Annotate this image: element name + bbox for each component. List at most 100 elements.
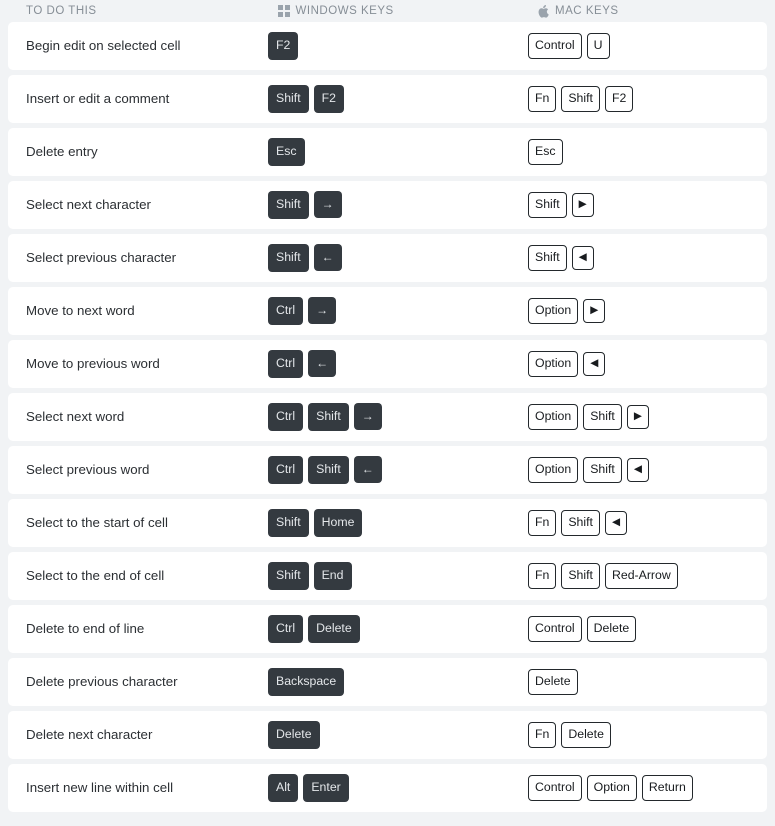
arrow-glyph-icon: ← [361, 462, 374, 477]
table-row: Select previous character Shift ← Shift ◀ [8, 234, 767, 282]
apple-logo-icon [538, 4, 549, 18]
table-row: Select to the start of cell Shift Home Fn Sh… [8, 499, 767, 547]
key-badge-win: → [353, 403, 382, 431]
cell-windows-keys: Esc [268, 138, 528, 166]
key-badge-mac: Return [641, 775, 693, 801]
table-row: Select to the end of cell Shift End Fn Shift… [8, 552, 767, 600]
cell-action-description: Select previous word [26, 462, 150, 478]
key-badge-win: ← [313, 244, 342, 272]
cell-action-description: Insert new line within cell [26, 780, 174, 796]
cell-action-description: Select previous character [26, 250, 177, 266]
table-row: Select previous word Ctrl Shift ← Option Shif… [8, 446, 767, 494]
cell-windows-keys: Ctrl Delete [268, 615, 528, 643]
key-badge-win: ← [308, 350, 337, 378]
cell-windows-keys: Ctrl → [268, 297, 528, 325]
table-body: Begin edit on selected cell F2 Control U Ins… [8, 22, 767, 812]
key-badge-mac: U [586, 33, 610, 59]
cell-mac-keys: Esc [528, 139, 767, 165]
cell-mac-keys: Control Delete [528, 616, 767, 642]
arrow-glyph-icon: → [361, 409, 374, 424]
key-badge-win: Enter [303, 774, 349, 802]
column-header-action-label: TO DO THIS [26, 5, 97, 17]
key-badge-win: Shift [308, 403, 349, 431]
key-badge-mac: Shift [528, 192, 567, 218]
cell-mac-keys: Control U [528, 33, 767, 59]
key-badge-mac: Delete [561, 722, 611, 748]
cell-windows-keys: Shift Home [268, 509, 528, 537]
key-badge-mac: Control [528, 33, 582, 59]
cell-windows-keys: Backspace [268, 668, 528, 696]
cell-mac-keys: Shift ▶ [528, 192, 767, 218]
key-badge-mac: Shift [583, 457, 622, 483]
key-badge-mac: ◀ [604, 511, 628, 535]
key-badge-mac: Fn [528, 563, 557, 589]
cell-windows-keys: Ctrl ← [268, 350, 528, 378]
key-badge-win: ← [353, 456, 382, 484]
cell-windows-keys: Ctrl Shift ← [268, 456, 528, 484]
arrow-glyph-icon: ◀ [590, 357, 599, 370]
key-badge-win: Ctrl [268, 297, 304, 325]
table-row: Select next word Ctrl Shift → Option Shift ▶ [8, 393, 767, 441]
column-header-action: TO DO THIS [18, 5, 278, 17]
cell-mac-keys: Fn Shift ◀ [528, 510, 767, 536]
key-badge-win: Home [313, 509, 363, 537]
cell-action-description: Insert or edit a comment [26, 91, 170, 107]
table-row: Select next character Shift → Shift ▶ [8, 181, 767, 229]
table-row: Move to next word Ctrl → Option ▶ [8, 287, 767, 335]
key-badge-mac: ▶ [571, 193, 594, 217]
arrow-glyph-icon: ▶ [633, 410, 642, 423]
arrow-glyph-icon: ← [321, 250, 334, 265]
arrow-glyph-icon: ▶ [578, 198, 587, 211]
cell-windows-keys: Shift End [268, 562, 528, 590]
key-badge-mac: Shift [561, 86, 600, 112]
cell-mac-keys: Option ◀ [528, 351, 767, 377]
cell-mac-keys: Option ▶ [528, 298, 767, 324]
key-badge-mac: ▶ [626, 405, 649, 429]
key-badge-mac: Red-Arrow [604, 563, 678, 589]
cell-windows-keys: Ctrl Shift → [268, 403, 528, 431]
key-badge-mac: Shift [561, 563, 600, 589]
arrow-glyph-icon: ← [316, 356, 329, 371]
table-row: Move to previous word Ctrl ← Option ◀ [8, 340, 767, 388]
key-badge-win: Shift [268, 85, 309, 113]
cell-action-description: Delete previous character [26, 674, 178, 690]
key-badge-mac: Delete [528, 669, 578, 695]
arrow-glyph-icon: ◀ [578, 251, 587, 264]
key-badge-mac: Option [528, 351, 579, 377]
key-badge-mac: Fn [528, 510, 557, 536]
key-badge-mac: ◀ [626, 458, 649, 482]
cell-windows-keys: F2 [268, 32, 528, 60]
arrow-glyph-icon: ◀ [611, 516, 621, 529]
key-badge-win: Backspace [268, 668, 345, 696]
key-badge-mac: ◀ [583, 352, 606, 376]
key-badge-win: Alt [268, 774, 299, 802]
cell-windows-keys: Shift ← [268, 244, 528, 272]
key-badge-win: Ctrl [268, 456, 304, 484]
key-badge-win: Ctrl [268, 615, 304, 643]
key-badge-win: Esc [268, 138, 305, 166]
cell-windows-keys: Alt Enter [268, 774, 528, 802]
key-badge-mac: Delete [586, 616, 637, 642]
cell-mac-keys: Fn Shift F2 [528, 86, 767, 112]
cell-mac-keys: Option Shift ◀ [528, 457, 767, 483]
key-badge-win: Shift [268, 509, 309, 537]
key-badge-win: Shift [268, 562, 309, 590]
cell-mac-keys: Fn Delete [528, 722, 767, 748]
key-badge-mac: F2 [604, 86, 634, 112]
key-badge-mac: Esc [528, 139, 563, 165]
key-badge-win: Shift [268, 244, 309, 272]
cell-windows-keys: Shift → [268, 191, 528, 219]
table-row: Insert or edit a comment Shift F2 Fn Shift F2 [8, 75, 767, 123]
arrow-glyph-icon: ▶ [590, 304, 599, 317]
table-row: Delete previous character Backspace Delete [8, 658, 767, 706]
shortcuts-table: TO DO THIS WINDOWS KEYS MAC KEYS Begin e… [0, 0, 775, 812]
key-badge-win: → [313, 191, 342, 219]
table-header-row: TO DO THIS WINDOWS KEYS MAC KEYS [8, 0, 767, 22]
key-badge-win: Shift [308, 456, 349, 484]
column-header-windows: WINDOWS KEYS [278, 5, 538, 17]
table-row: Delete to end of line Ctrl Delete Control De… [8, 605, 767, 653]
cell-mac-keys: Option Shift ▶ [528, 404, 767, 430]
cell-mac-keys: Fn Shift Red-Arrow [528, 563, 767, 589]
cell-mac-keys: Shift ◀ [528, 245, 767, 271]
column-header-mac: MAC KEYS [538, 4, 767, 18]
